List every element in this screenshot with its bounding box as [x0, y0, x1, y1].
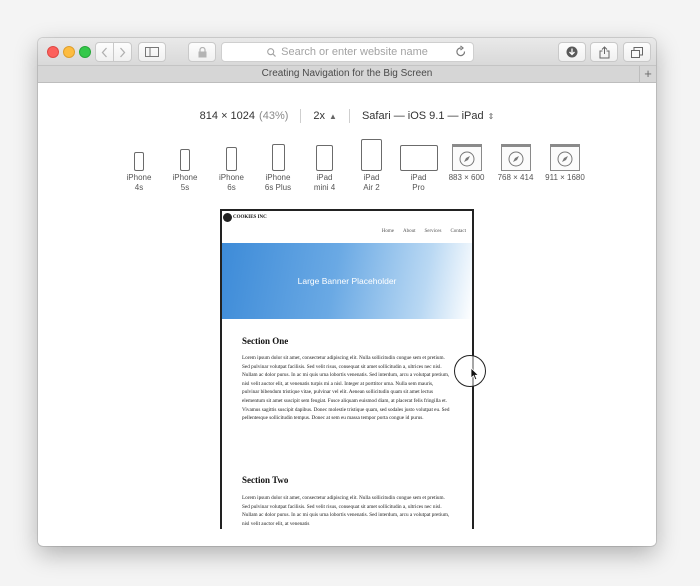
device-label: iPhone 4s — [126, 173, 152, 192]
site-logo[interactable]: COOKIES INC — [223, 213, 267, 222]
zoom-percent: (43%) — [259, 110, 289, 122]
section-one-title: Section One — [242, 336, 289, 346]
phone-icon — [134, 152, 144, 171]
back-button[interactable] — [95, 42, 114, 62]
device-toolbar: 814 × 1024 (43%) 2x ▲ Safari — iOS 9.1 — … — [38, 109, 656, 123]
device-custom-768x414[interactable]: 768 × 414 — [491, 138, 540, 193]
device-label: 768 × 414 — [497, 173, 534, 182]
site-nav: Home About Services Contact — [382, 229, 466, 234]
tab-bar: Creating Navigation for the Big Screen + — [38, 66, 656, 83]
reload-icon[interactable] — [455, 45, 467, 59]
tablet-landscape-icon — [399, 145, 438, 171]
privacy-button[interactable] — [188, 42, 216, 62]
banner-text: Large Banner Placeholder — [297, 276, 397, 286]
share-button[interactable] — [590, 42, 618, 62]
nav-link-home[interactable]: Home — [382, 229, 394, 234]
device-label: 883 × 600 — [448, 173, 485, 182]
mouse-cursor-icon — [470, 367, 480, 381]
compass-icon — [500, 144, 531, 171]
responsive-design-mode: 814 × 1024 (43%) 2x ▲ Safari — iOS 9.1 — … — [38, 83, 656, 545]
device-custom-911x1680[interactable]: 911 × 1680 — [540, 138, 590, 193]
downloads-button[interactable] — [558, 42, 586, 62]
pixel-ratio-value: 2x — [313, 110, 326, 122]
section-one-body: Lorem ipsum dolor sit amet, consectetur … — [242, 355, 450, 422]
divider — [300, 109, 302, 123]
logo-text: COOKIES INC — [233, 215, 267, 220]
phone-icon — [180, 149, 190, 171]
pixel-ratio-select[interactable]: 2x ▲ — [313, 110, 337, 122]
phone-icon — [271, 144, 285, 171]
device-ipad-mini-4[interactable]: iPad mini 4 — [301, 138, 348, 193]
address-bar[interactable]: Search or enter website name — [221, 42, 474, 62]
browser-window: Search or enter website name Creating Na… — [38, 38, 656, 546]
section-two-title: Section Two — [242, 475, 289, 485]
nav-link-about[interactable]: About — [403, 229, 416, 234]
user-agent-value: Safari — iOS 9.1 — iPad — [361, 110, 484, 122]
device-label: iPad mini 4 — [313, 173, 336, 192]
device-viewport: COOKIES INC Home About Services Contact … — [220, 209, 474, 529]
viewport-dimensions: 814 × 1024 — [199, 110, 256, 122]
phone-icon — [226, 147, 237, 171]
compass-icon — [451, 144, 482, 171]
device-label: iPad Air 2 — [363, 173, 380, 192]
chevron-right-icon — [120, 47, 126, 57]
lock-icon — [198, 46, 206, 57]
device-iphone-6s-plus[interactable]: iPhone 6s Plus — [255, 138, 301, 193]
device-label: iPad Pro — [410, 173, 427, 192]
share-icon — [599, 45, 609, 58]
minimize-window-button[interactable] — [63, 46, 75, 58]
chevron-updown-icon: ▲ — [329, 112, 337, 121]
tablet-icon — [361, 139, 382, 171]
compass-icon — [550, 144, 580, 171]
divider — [348, 109, 350, 123]
sidebar-icon — [145, 47, 159, 57]
toolbar: Search or enter website name — [38, 38, 656, 66]
device-iphone-4s[interactable]: iPhone 4s — [116, 138, 162, 193]
download-icon — [566, 46, 578, 58]
user-agent-select[interactable]: Safari — iOS 9.1 — iPad ⇕ — [362, 110, 494, 122]
chevron-updown-icon: ⇕ — [487, 112, 495, 121]
sidebar-button[interactable] — [138, 42, 166, 62]
new-tab-button[interactable]: + — [639, 66, 656, 82]
tablet-icon — [316, 145, 333, 171]
device-iphone-5s[interactable]: iPhone 5s — [162, 138, 208, 193]
nav-link-contact[interactable]: Contact — [450, 229, 466, 234]
device-label: iPhone 5s — [172, 173, 198, 192]
forward-button[interactable] — [113, 42, 132, 62]
banner-placeholder: Large Banner Placeholder — [222, 243, 472, 319]
close-window-button[interactable] — [47, 46, 59, 58]
device-ipad-pro[interactable]: iPad Pro — [395, 138, 442, 193]
search-icon — [267, 47, 277, 57]
section-two-body: Lorem ipsum dolor sit amet, consectetur … — [242, 495, 450, 527]
device-presets: iPhone 4s iPhone 5s iPhone 6s iPhone 6s … — [116, 138, 590, 193]
zoom-window-button[interactable] — [79, 46, 91, 58]
device-custom-883x600[interactable]: 883 × 600 — [442, 138, 491, 193]
tab-title[interactable]: Creating Navigation for the Big Screen — [262, 68, 433, 79]
device-label: iPhone 6s Plus — [264, 173, 292, 192]
device-label: 911 × 1680 — [545, 173, 585, 182]
tabs-icon — [631, 46, 643, 58]
nav-link-services[interactable]: Services — [424, 229, 441, 234]
address-placeholder: Search or enter website name — [281, 46, 428, 58]
device-label: iPhone 6s — [219, 173, 244, 192]
device-ipad-air-2[interactable]: iPad Air 2 — [348, 138, 395, 193]
cookie-logo-icon — [223, 213, 232, 222]
chevron-left-icon — [101, 47, 107, 57]
show-all-tabs-button[interactable] — [623, 42, 651, 62]
device-iphone-6s[interactable]: iPhone 6s — [208, 138, 255, 193]
